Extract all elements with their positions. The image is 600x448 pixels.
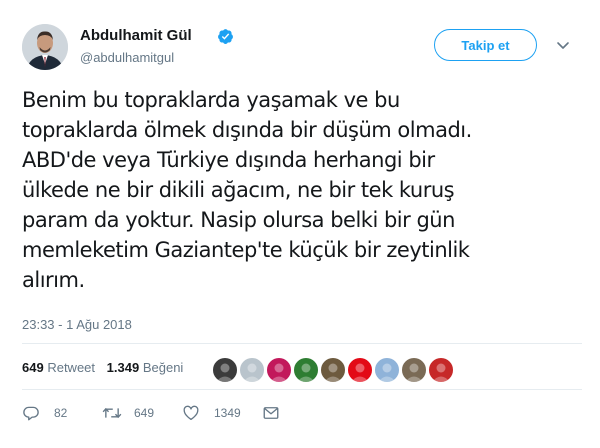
divider (22, 343, 582, 344)
follow-button-label: Takip et (461, 37, 510, 53)
direct-message-button[interactable] (262, 404, 302, 422)
like-count: 1349 (214, 406, 241, 420)
author-handle[interactable]: @abdulhamitgul (80, 50, 174, 65)
retweet-stat-count: 649 (22, 360, 44, 375)
reply-icon (23, 406, 39, 421)
profile-photo (22, 24, 68, 70)
retweet-button[interactable]: 649 (102, 404, 182, 422)
like-button[interactable]: 1349 (182, 404, 262, 422)
verified-badge-icon (218, 29, 233, 44)
tweet-text: Benim bu topraklarda yaşamak ve bu topra… (22, 85, 582, 295)
tweet-line: Benim bu topraklarda yaşamak ve bu (22, 88, 400, 112)
liker-avatar[interactable] (374, 357, 400, 383)
like-stat-label: Beğeni (142, 360, 184, 375)
tweet-line: param da yoktur. Nasip olursa belki bir … (22, 208, 455, 232)
liker-avatar[interactable] (347, 357, 373, 383)
liker-avatar[interactable] (266, 357, 292, 383)
tweet-line: ülkede ne bir dikili ağacım, ne bir tek … (22, 178, 455, 202)
divider (22, 389, 582, 390)
tweet-line: ABD'de veya Türkiye dışında herhangi bir (22, 148, 435, 172)
chevron-down-icon[interactable] (556, 41, 570, 51)
like-stat-count: 1.349 (106, 360, 140, 375)
retweet-stat-label: Retweet (47, 360, 96, 375)
liker-avatar[interactable] (239, 357, 265, 383)
retweet-stat[interactable]: 649 Retweet (22, 360, 95, 375)
liker-avatar[interactable] (401, 357, 427, 383)
retweet-icon (102, 408, 122, 418)
liker-avatar[interactable] (212, 357, 238, 383)
tweet-stats: 649 Retweet 1.349 Beğeni (22, 360, 191, 375)
tweet-actions: 82 649 1349 (22, 403, 302, 423)
envelope-icon (263, 407, 279, 419)
reply-count: 82 (54, 406, 68, 420)
reply-button[interactable]: 82 (22, 404, 102, 422)
liker-avatar[interactable] (320, 357, 346, 383)
tweet-line: alırım. (22, 268, 85, 292)
follow-button[interactable]: Takip et (434, 29, 537, 61)
liker-avatar[interactable] (428, 357, 454, 383)
like-stat[interactable]: 1.349 Beğeni (107, 360, 184, 375)
liker-avatar[interactable] (293, 357, 319, 383)
author-name[interactable]: Abdulhamit Gül (80, 27, 192, 44)
tweet-line: topraklarda ölmek dışında bir düşüm olma… (22, 118, 472, 142)
retweet-count: 649 (134, 406, 155, 420)
avatar[interactable] (22, 24, 68, 70)
heart-icon (183, 405, 199, 421)
tweet-line: memleketim Gaziantep'te küçük bir zeytin… (22, 238, 470, 262)
tweet-timestamp[interactable]: 23:33 - 1 Ağu 2018 (22, 317, 132, 332)
